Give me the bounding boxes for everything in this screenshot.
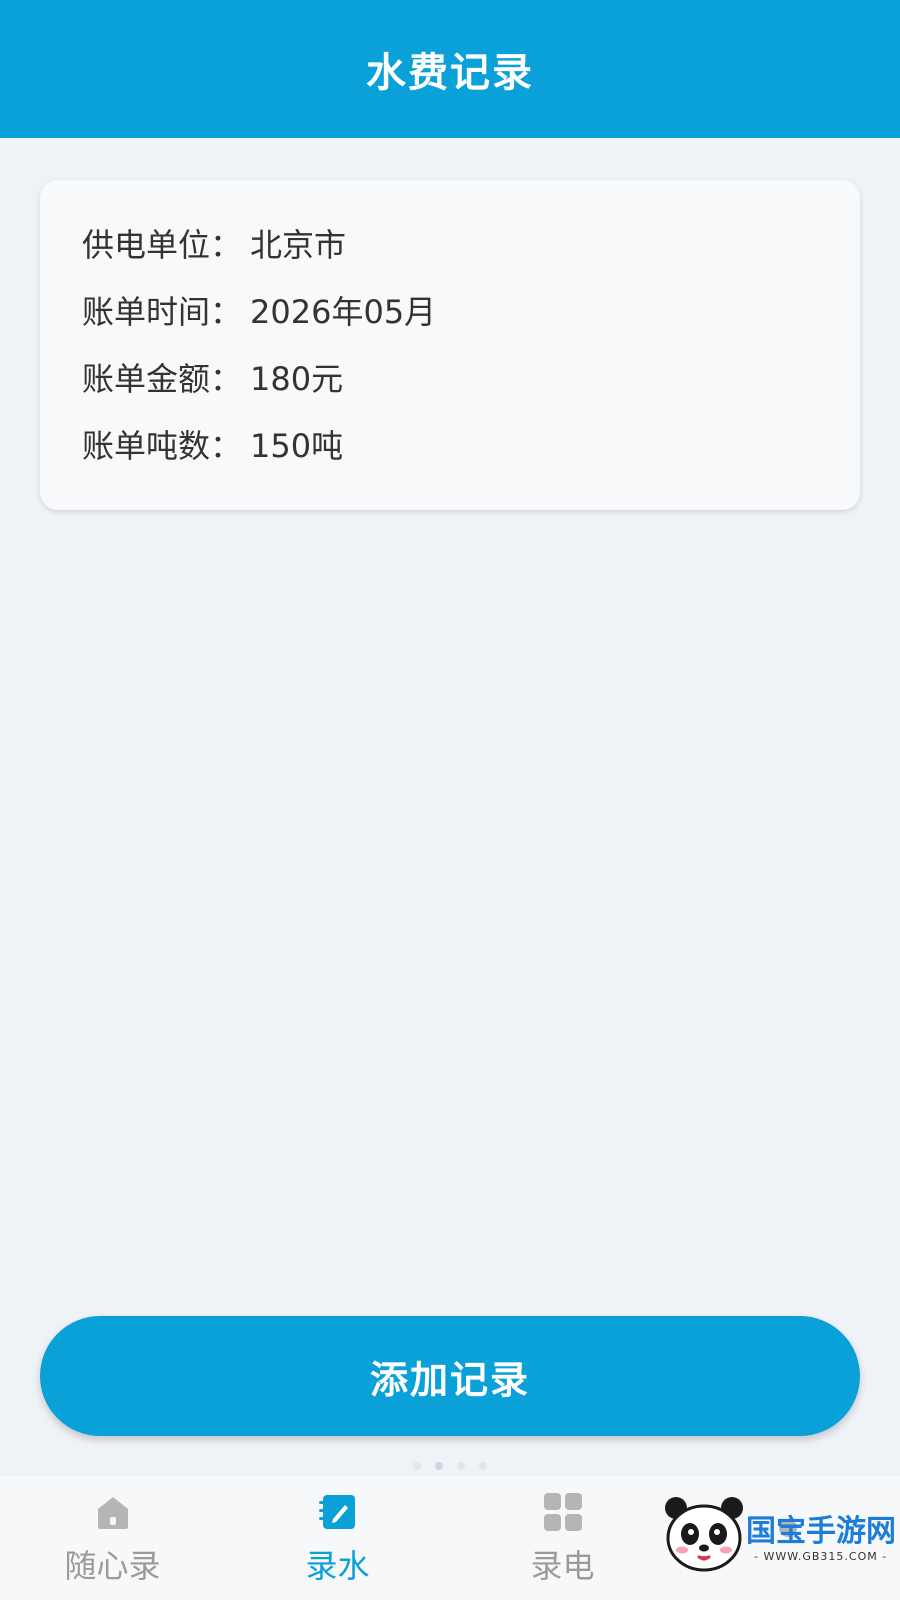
row-value: 2026年05月 (250, 293, 437, 331)
page-dot (457, 1462, 465, 1470)
record-row-time: 账单时间： 2026年05月 (82, 287, 436, 333)
page-dot-active (435, 1462, 443, 1470)
tab-label: 随心录 (64, 1547, 161, 1585)
tab-ludian[interactable]: 录电 (450, 1476, 675, 1600)
watermark-url: - WWW.GB315.COM - (754, 1550, 888, 1563)
row-label: 供电单位： (82, 226, 243, 264)
row-label: 账单吨数： (82, 427, 243, 465)
grid-icon (540, 1489, 586, 1535)
row-value: 150吨 (250, 427, 344, 465)
record-row-amount: 账单金额： 180元 (82, 354, 343, 400)
page-dot (413, 1462, 421, 1470)
home-icon (90, 1489, 136, 1535)
edit-note-icon (315, 1489, 361, 1535)
tab-label: 录水 (305, 1547, 370, 1585)
page-title: 水费记录 (366, 50, 534, 96)
page-dot (479, 1462, 487, 1470)
row-value: 180元 (250, 360, 344, 398)
page-indicator (0, 1462, 900, 1472)
watermark-brand: 国宝手游网 (746, 1514, 896, 1549)
app-header: 水费记录 (0, 0, 900, 138)
app-screen: 水费记录 供电单位： 北京市 账单时间： 2026年05月 账单金额： 180元… (0, 0, 900, 1600)
tab-label: 录电 (530, 1547, 595, 1585)
panda-logo-icon (665, 1497, 743, 1572)
row-value: 北京市 (250, 226, 347, 264)
record-row-tonnage: 账单吨数： 150吨 (82, 421, 343, 467)
site-watermark: 国宝手游网 - WWW.GB315.COM - (662, 1484, 896, 1594)
row-label: 账单金额： (82, 360, 243, 398)
record-row-unit: 供电单位： 北京市 (82, 220, 346, 266)
add-record-button[interactable]: 添加记录 (40, 1316, 860, 1436)
water-bill-card[interactable]: 供电单位： 北京市 账单时间： 2026年05月 账单金额： 180元 账单吨数… (40, 180, 860, 510)
tab-suixinlu[interactable]: 随心录 (0, 1476, 225, 1600)
row-label: 账单时间： (82, 293, 243, 331)
tab-lushui[interactable]: 录水 (225, 1476, 450, 1600)
